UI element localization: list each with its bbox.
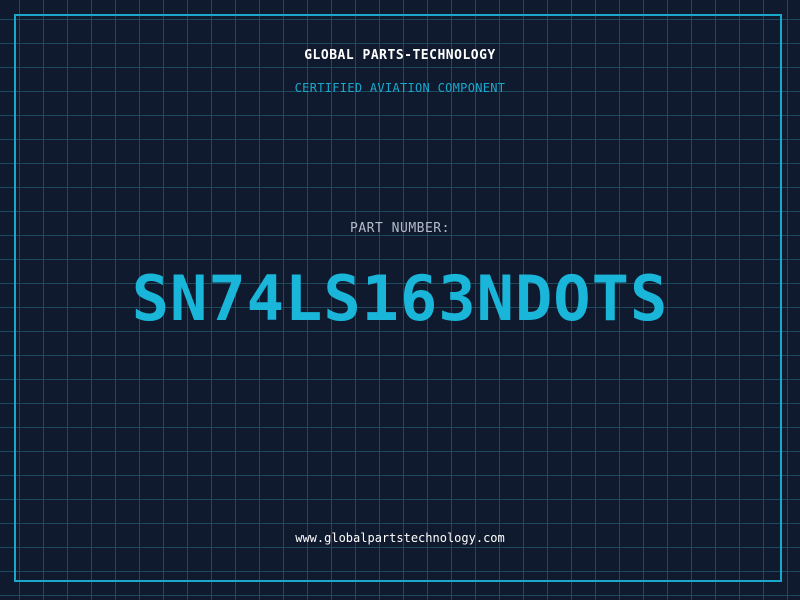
certification-subtitle: CERTIFIED AVIATION COMPONENT xyxy=(294,81,506,95)
company-name: GLOBAL PARTS-TECHNOLOGY xyxy=(304,48,496,63)
part-number-label: PART NUMBER: xyxy=(350,221,450,236)
website-link[interactable]: www.globalpartstechnology.com xyxy=(0,531,800,545)
part-number-value: SN74LS163NDOTS xyxy=(131,262,669,335)
